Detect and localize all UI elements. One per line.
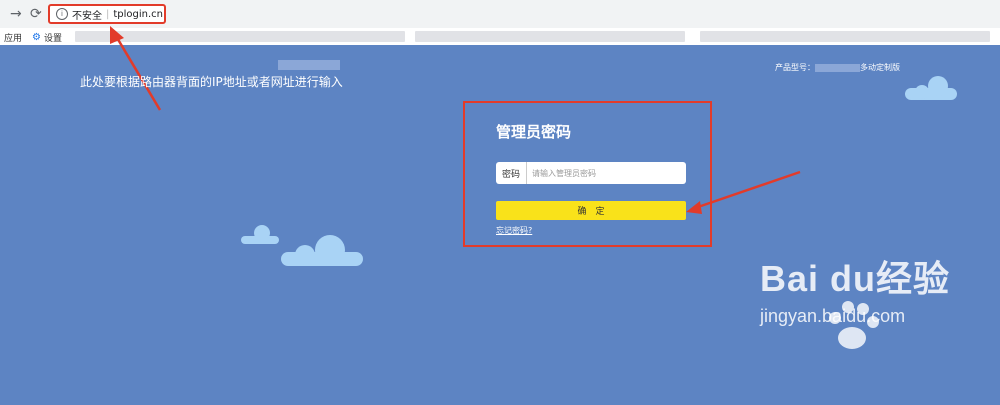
security-label: 不安全 (72, 10, 102, 22)
annotation-text: 此处要根据路由器背面的IP地址或者网址进行输入 (80, 75, 343, 89)
product-model: 产品型号： 多动定制版 (775, 62, 900, 73)
url-text: tplogin.cn (113, 8, 164, 20)
reload-icon[interactable]: ⟳ (30, 6, 42, 22)
baidu-watermark: Bai du经验 jingyan.baidu.com (760, 250, 950, 327)
password-field: 密码 (496, 162, 686, 184)
info-icon: i (56, 8, 68, 20)
confirm-button[interactable]: 确 定 (496, 201, 686, 220)
apps-bookmark[interactable]: 应用 (4, 31, 22, 44)
browser-toolbar: → ⟳ i 不安全 | tplogin.cn (0, 0, 1000, 28)
blurred-logo (278, 60, 340, 70)
gear-icon: ⚙ (32, 32, 41, 43)
settings-bookmark[interactable]: ⚙ 设置 (32, 31, 62, 44)
watermark-url: jingyan.baidu.com (760, 306, 906, 326)
product-model-label: 产品型号： (775, 63, 815, 72)
blurred-bookmarks (415, 31, 685, 42)
password-label: 密码 (496, 162, 527, 184)
url-separator: | (106, 8, 110, 20)
bookmarks-bar: 应用 ⚙ 设置 (0, 28, 1000, 46)
product-model-suffix: 多动定制版 (860, 63, 900, 72)
login-title: 管理员密码 (496, 123, 572, 141)
address-bar[interactable]: i 不安全 | tplogin.cn (48, 4, 166, 24)
blurred-bookmarks (700, 31, 990, 42)
watermark-text: Bai du经验 (760, 258, 951, 299)
blurred-bookmarks (75, 31, 405, 42)
back-arrow-icon[interactable]: → (10, 6, 22, 22)
password-input[interactable] (527, 162, 686, 184)
blurred-model (815, 63, 860, 72)
forgot-password-link[interactable]: 忘记密码? (496, 225, 532, 236)
settings-label: 设置 (43, 34, 62, 44)
